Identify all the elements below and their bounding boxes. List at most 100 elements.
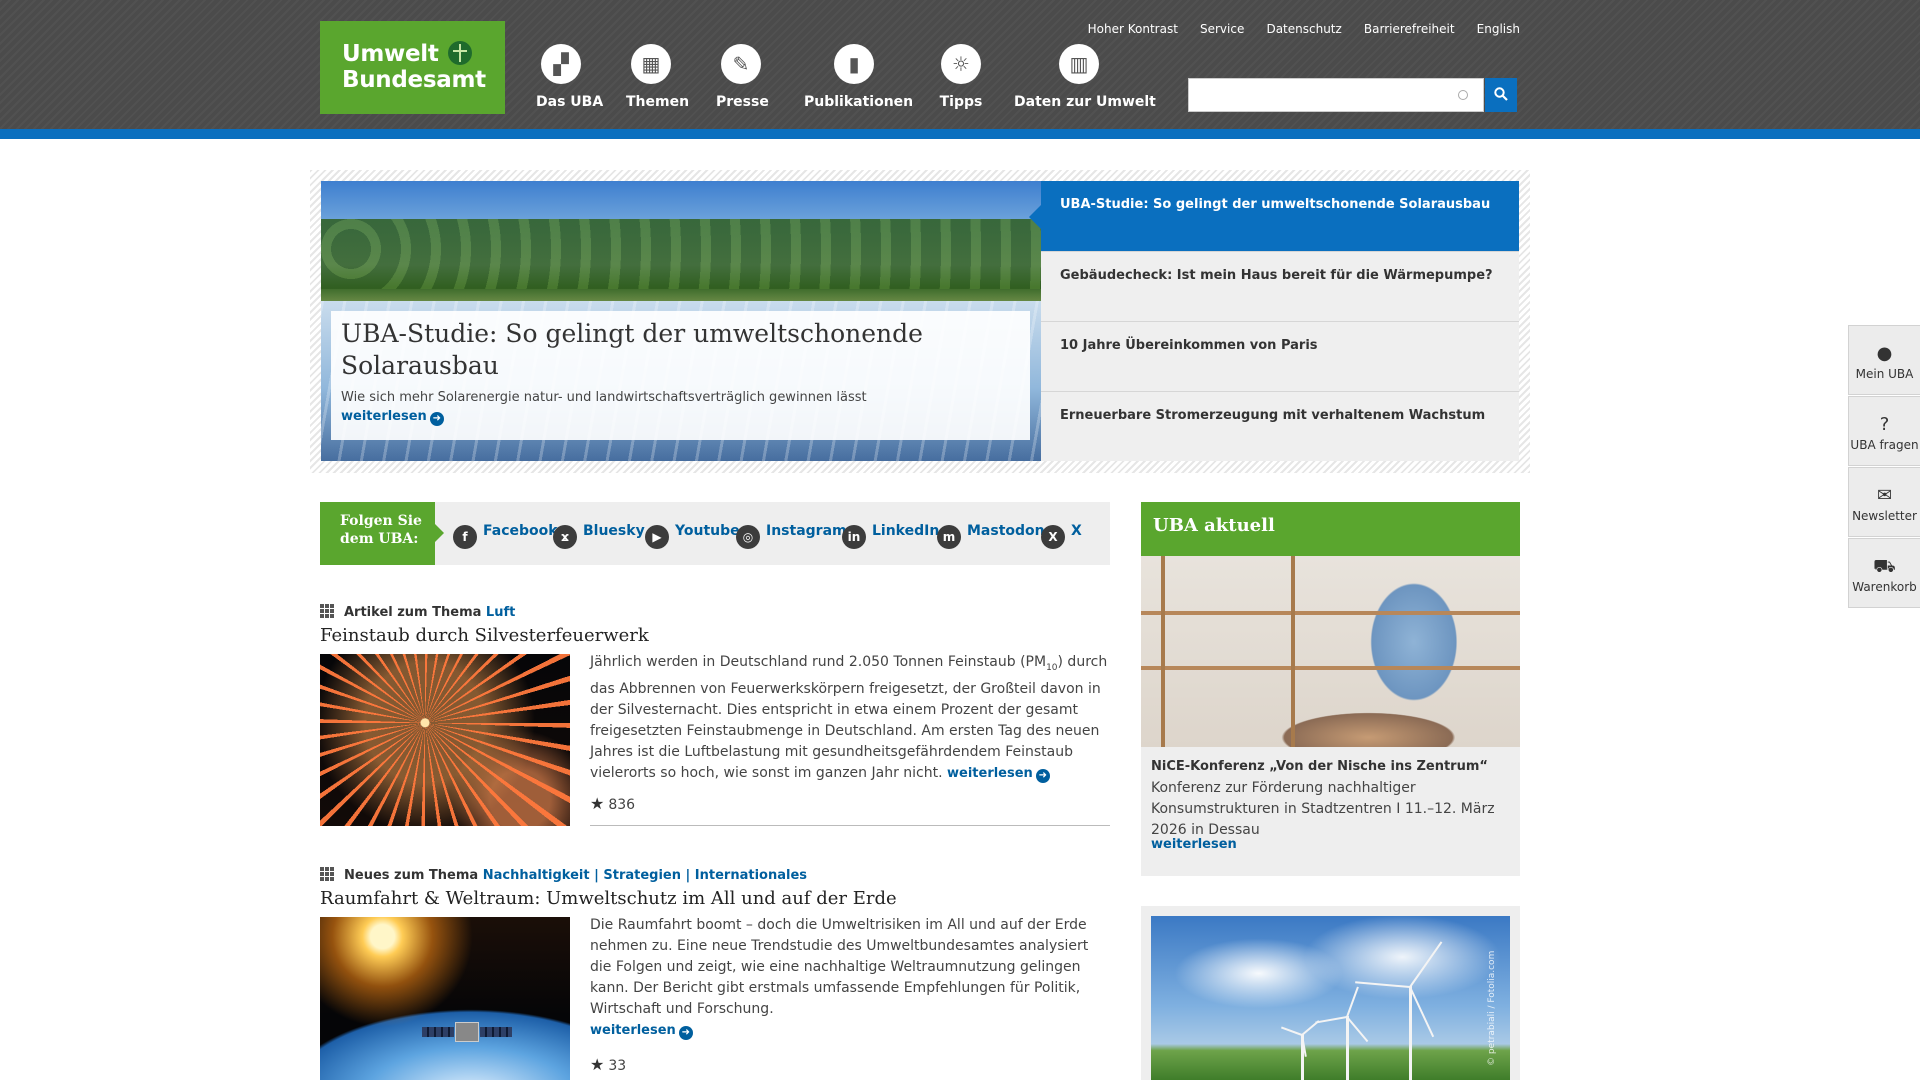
logo-line-2: Bundesamt [342,67,486,93]
social-link-bluesky[interactable]: ϫ Bluesky [553,523,645,549]
search-button[interactable] [1485,78,1517,112]
article-1-meta: Artikel zum Thema Luft [320,604,515,620]
meta-navigation: Hoher Kontrast Service Datenschutz Barri… [1071,18,1520,37]
slider-item[interactable]: 10 Jahre Übereinkommen von Paris [1041,321,1519,391]
link-service[interactable]: Service [1200,22,1244,36]
turbine-blade [1346,986,1359,1018]
search-input[interactable] [1188,78,1484,112]
article-2-read-more-link[interactable]: weiterlesen ➜ [590,1023,693,1040]
social-link-label: Bluesky [583,523,645,539]
nav-daten-zur-umwelt[interactable]: ▥ Daten zur Umwelt [1014,44,1156,110]
social-link-label: Mastodon [967,523,1045,539]
social-link-label: Youtube [675,523,740,539]
slider-caption: UBA-Studie: So gelingt der umweltschonen… [331,311,1030,440]
grid-icon [320,604,334,618]
nav-tipps[interactable]: ☼ Tipps [936,44,986,110]
slider-list: UBA-Studie: So gelingt der umweltschonen… [1029,181,1519,461]
mastodon-icon: m [937,525,961,549]
side-newsletter[interactable]: ✉ Newsletter [1848,467,1920,537]
divider [590,825,1110,826]
lightbulb-icon: ☼ [941,44,981,84]
turbine-blade [1355,981,1411,988]
nav-themen[interactable]: ▦ Themen [626,44,690,110]
cart-icon: ⛟ [1873,556,1896,577]
linkedin-icon: in [842,525,866,549]
side-label: Warenkorb [1852,580,1917,594]
social-link-label: Facebook [483,523,558,539]
side-uba-fragen[interactable]: ? UBA fragen [1848,396,1920,466]
link-hoher-kontrast[interactable]: Hoher Kontrast [1088,22,1178,36]
star-icon: ★ [590,1055,605,1074]
article-kicker: Artikel zum Thema [344,605,482,620]
nav-presse[interactable]: ✎ Presse [716,44,769,110]
side-warenkorb[interactable]: ⛟ Warenkorb [1848,538,1920,608]
article-2-title[interactable]: Raumfahrt & Weltraum: Umweltschutz im Al… [320,888,897,909]
uba-aktuell-title[interactable]: NiCE-Konferenz „Von der Nische ins Zentr… [1151,759,1511,774]
slider-item-active[interactable]: UBA-Studie: So gelingt der umweltschonen… [1029,181,1519,251]
social-link-instagram[interactable]: ◎ Instagram [736,523,847,549]
article-2-rating: ★ 33 [590,1055,626,1074]
rating-count: 836 [608,797,636,813]
side-label: UBA fragen [1850,438,1919,452]
side-label: Newsletter [1852,509,1917,523]
user-icon: ● [1876,343,1893,364]
instagram-icon: ◎ [736,525,760,549]
pm-subscript: 10 [1046,662,1058,673]
social-link-mastodon[interactable]: m Mastodon [937,523,1045,549]
question-icon: ? [1879,414,1890,435]
turbine-blade [1280,1026,1303,1036]
article-1-title[interactable]: Feinstaub durch Silvesterfeuerwerk [320,625,649,646]
slider-item[interactable]: Gebäudecheck: Ist mein Haus bereit für d… [1041,251,1519,321]
uba-aktuell-text: Konferenz zur Förderung nachhaltiger Kon… [1151,780,1495,838]
social-link-facebook[interactable]: f Facebook [453,523,558,549]
logo-line-1: Umwelt [342,41,439,67]
header-accent-bar [0,129,1920,139]
nav-das-uba[interactable]: ▞ Das UBA [536,44,603,110]
nav-publikationen[interactable]: ▮ Publikationen [804,44,913,110]
article-1-read-more-link[interactable]: weiterlesen ➜ [947,766,1050,783]
read-more-label: weiterlesen [341,409,427,424]
uba-aktuell-heading: UBA aktuell [1141,502,1520,556]
uba-aktuell-box: UBA aktuell NiCE-Konferenz „Von der Nisc… [1141,502,1520,876]
social-link-linkedin[interactable]: in LinkedIn [842,523,939,549]
bar-chart-icon: ▥ [1059,44,1099,84]
social-link-label: X [1071,523,1082,539]
trees-decoration [321,219,1041,289]
article-1-image-fireworks[interactable] [320,654,570,826]
link-english[interactable]: English [1477,22,1520,36]
search-clear-icon[interactable] [1458,90,1468,100]
uba-logo[interactable]: Umwelt Bundesamt [320,21,505,114]
social-label: Folgen Sie dem UBA: [320,502,444,565]
article-text-part: Jährlich werden in Deutschland rund 2.05… [590,654,1047,670]
article-text-part: ) durch das Abbrennen von Feuerwerkskörp… [590,654,1108,781]
article-topic-link[interactable]: Nachhaltigkeit | Strategien | Internatio… [483,868,807,883]
uba-aktuell-image[interactable] [1141,556,1520,747]
newspaper-icon: ✎ [721,44,761,84]
slider-read-more-link[interactable]: weiterlesen ➜ [341,409,444,426]
social-bar: Folgen Sie dem UBA: f Facebook ϫ Bluesky ▶… [320,502,1110,565]
social-link-youtube[interactable]: ▶ Youtube [645,523,740,549]
arrow-right-icon: ➜ [429,412,444,426]
nav-label: Themen [626,94,690,110]
uba-aktuell-read-more-link[interactable]: weiterlesen [1151,837,1237,852]
slider-teaser: Wie sich mehr Solarenergie natur- und la… [341,390,867,405]
link-barrierefreiheit[interactable]: Barrierefreiheit [1364,22,1455,36]
side-mein-uba[interactable]: ● Mein UBA [1848,325,1920,395]
social-link-x[interactable]: XX [1041,523,1082,549]
grid-icon: ▦ [631,44,671,84]
turbine-blade [1315,1016,1348,1024]
slider-headline[interactable]: UBA-Studie: So gelingt der umweltschonen… [341,318,1020,382]
slider-item[interactable]: Erneuerbare Stromerzeugung mit verhalten… [1041,391,1519,461]
article-kicker: Neues zum Thema [344,868,479,883]
site-header: Umwelt Bundesamt ▞ Das UBA ▦ Themen ✎ Pr… [0,0,1920,129]
book-icon: ▮ [834,44,874,84]
article-1-rating: ★ 836 [590,794,635,813]
wind-turbines-image[interactable]: © petrabiali / Fotolia.com [1151,916,1510,1080]
link-datenschutz[interactable]: Datenschutz [1266,22,1341,36]
satellite-icon [422,1022,512,1042]
article-topic-link[interactable]: Luft [486,605,515,620]
rating-count: 33 [608,1058,627,1074]
article-2-image-space[interactable] [320,917,570,1080]
turbine-blade [1301,1020,1320,1036]
nav-label: Daten zur Umwelt [1014,94,1156,110]
